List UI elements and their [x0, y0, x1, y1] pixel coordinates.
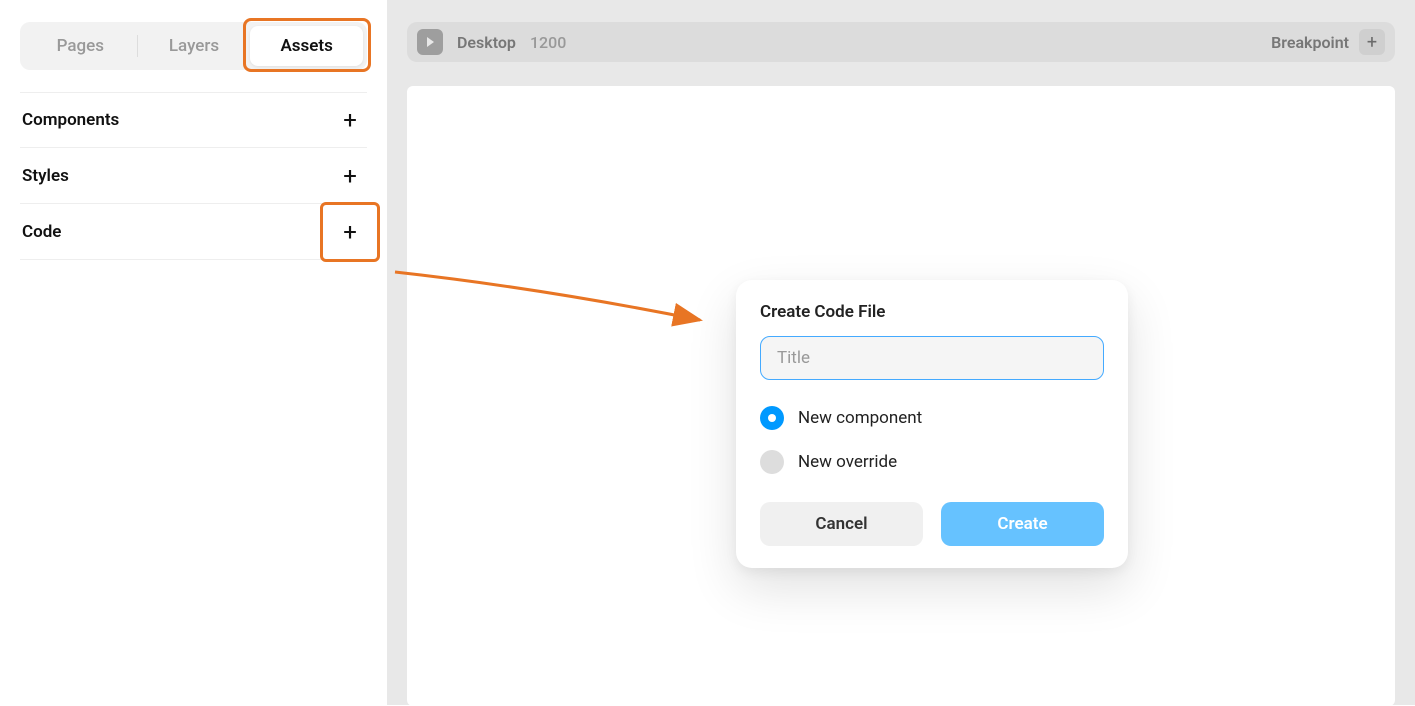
radio-new-component[interactable]: New component — [760, 406, 1104, 430]
add-component-button[interactable]: + — [335, 105, 365, 135]
tab-strip: Pages Layers Assets — [20, 22, 367, 70]
section-code-label: Code — [22, 222, 61, 242]
section-styles[interactable]: Styles + — [20, 148, 367, 204]
breakpoint-size: 1200 — [530, 33, 566, 52]
breakpoint-controls: Breakpoint + — [1271, 29, 1385, 55]
add-code-button[interactable]: + — [335, 217, 365, 247]
section-code[interactable]: Code + — [20, 204, 367, 260]
breakpoint-info: Desktop 1200 — [417, 29, 566, 55]
code-file-title-input[interactable] — [760, 336, 1104, 380]
code-file-type-group: New component New override — [760, 406, 1104, 474]
add-breakpoint-button[interactable]: + — [1359, 29, 1385, 55]
radio-new-override-label: New override — [798, 452, 897, 472]
plus-icon: + — [1367, 32, 1377, 53]
modal-title: Create Code File — [760, 302, 1104, 322]
radio-checked-icon — [760, 406, 784, 430]
section-components-label: Components — [22, 110, 119, 130]
section-styles-label: Styles — [22, 166, 69, 186]
section-components[interactable]: Components + — [20, 92, 367, 148]
create-button[interactable]: Create — [941, 502, 1104, 546]
radio-new-override[interactable]: New override — [760, 450, 1104, 474]
tab-assets[interactable]: Assets — [250, 26, 363, 66]
sidebar-panel: Pages Layers Assets Components + Styles … — [0, 0, 387, 705]
plus-icon: + — [343, 162, 357, 190]
breakpoint-title: Desktop — [457, 33, 516, 52]
radio-new-component-label: New component — [798, 408, 922, 428]
breakpoint-bar: Desktop 1200 Breakpoint + — [407, 22, 1395, 62]
plus-icon: + — [343, 218, 357, 246]
radio-unchecked-icon — [760, 450, 784, 474]
play-icon[interactable] — [417, 29, 443, 55]
modal-buttons: Cancel Create — [760, 502, 1104, 546]
tab-layers[interactable]: Layers — [138, 26, 251, 66]
tab-pages[interactable]: Pages — [24, 26, 137, 66]
plus-icon: + — [343, 106, 357, 134]
cancel-button[interactable]: Cancel — [760, 502, 923, 546]
breakpoint-label: Breakpoint — [1271, 33, 1349, 52]
create-code-file-modal: Create Code File New component New overr… — [736, 280, 1128, 568]
add-style-button[interactable]: + — [335, 161, 365, 191]
